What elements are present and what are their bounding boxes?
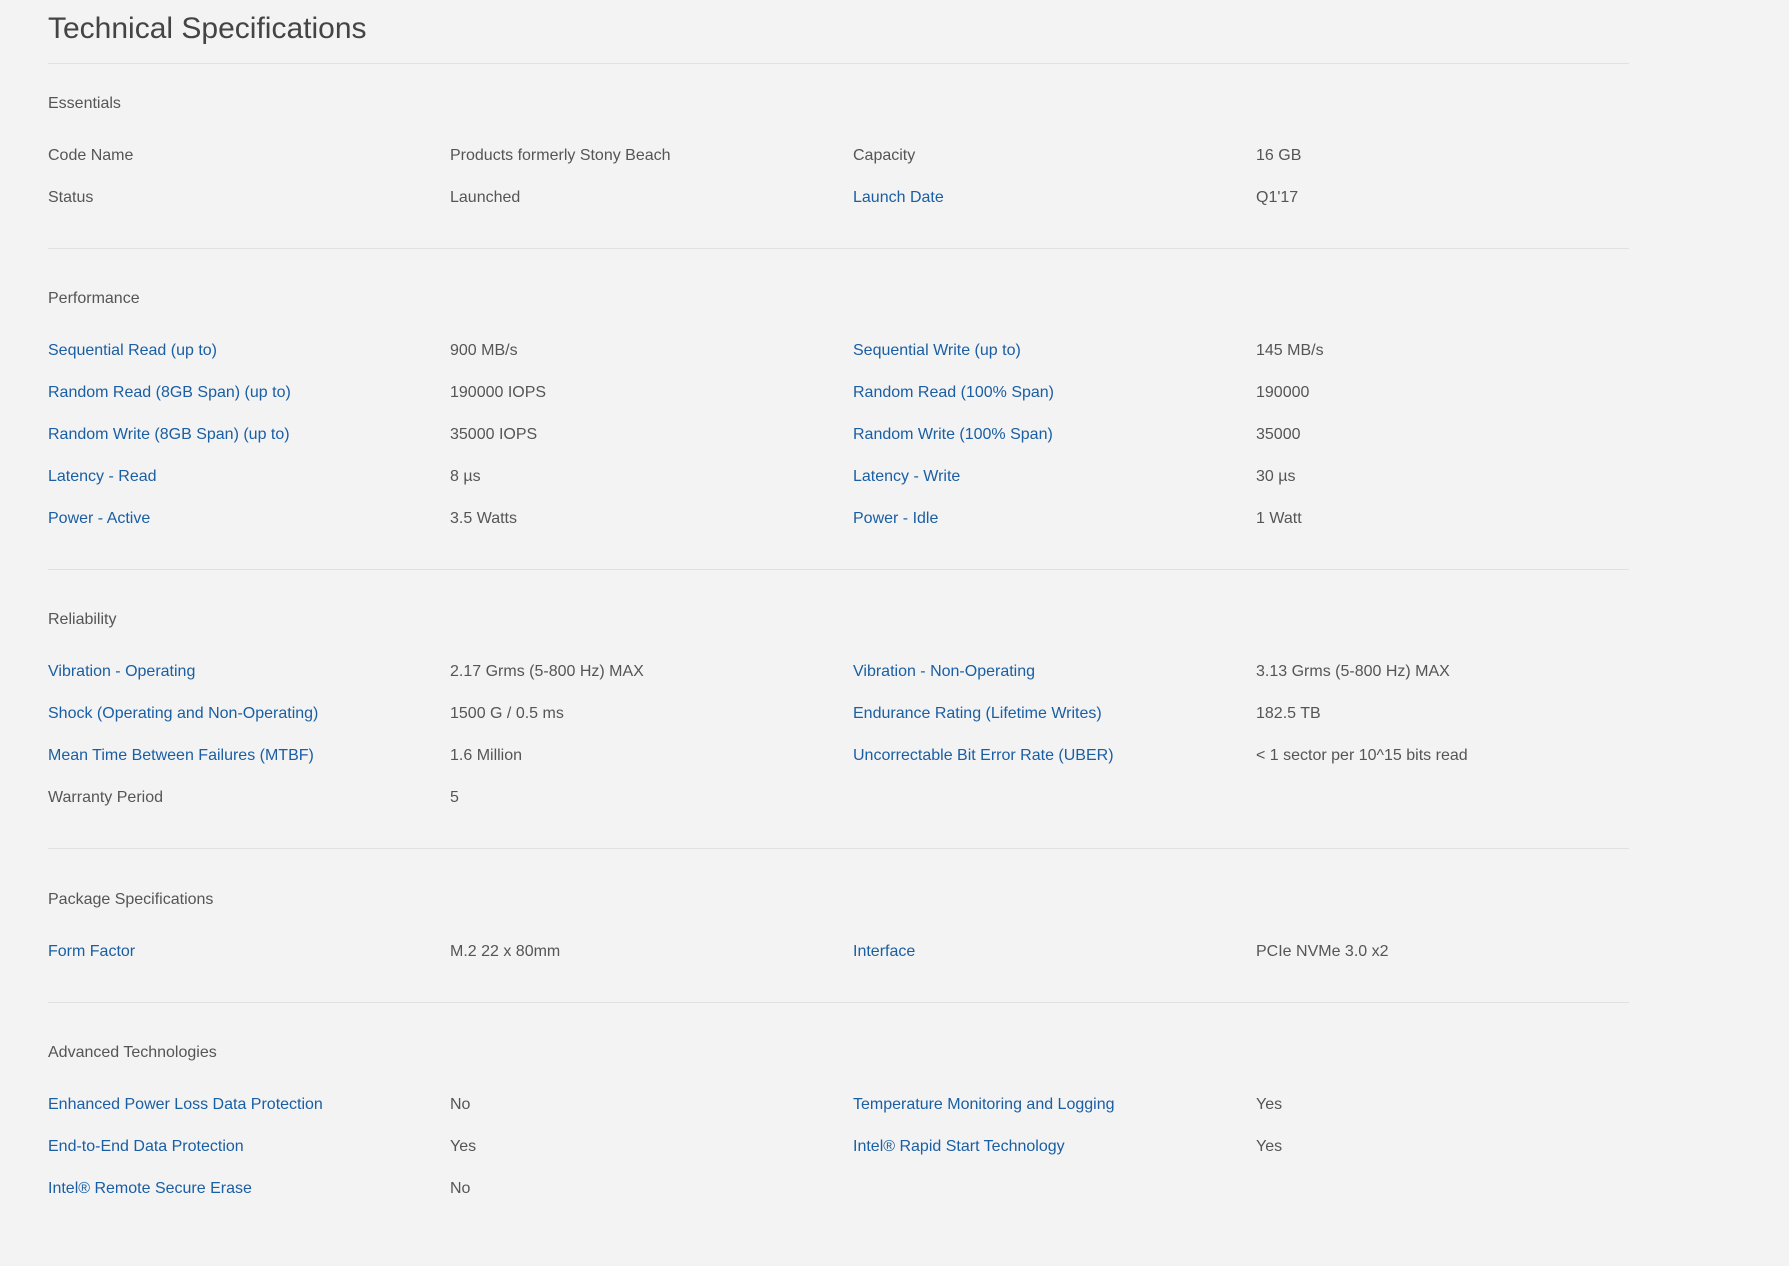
spec-value-capacity: 16 GB	[1256, 147, 1302, 164]
spec-row: Enhanced Power Loss Data Protection No Tem…	[48, 1093, 1629, 1117]
spec-row: Mean Time Between Failures (MTBF) 1.6 Mil…	[48, 744, 1629, 768]
spec-label-status: Status	[48, 189, 94, 206]
spec-value-launch-date: Q1'17	[1256, 189, 1299, 206]
spec-label-interface[interactable]: Interface	[853, 940, 915, 964]
spec-row: Random Read (8GB Span) (up to) 190000 IOP…	[48, 381, 1629, 405]
spec-value-intel-remote-secure-erase: No	[450, 1180, 471, 1197]
spec-row: Warranty Period 5	[48, 786, 1629, 810]
spec-label-form-factor[interactable]: Form Factor	[48, 940, 135, 964]
spec-value-power-idle: 1 Watt	[1256, 510, 1302, 527]
spec-row: Form Factor M.2 22 x 80mm Interface PCIe NV…	[48, 940, 1629, 964]
spec-value-warranty-period: 5	[450, 789, 459, 806]
spec-value-enhanced-power-loss-data-protection: No	[450, 1096, 471, 1113]
section-divider	[48, 1002, 1629, 1003]
spec-value-latency-read: 8 µs	[450, 468, 481, 485]
section-divider	[48, 848, 1629, 849]
section-divider	[48, 248, 1629, 249]
spec-label-intel-rapid-start-technology[interactable]: Intel® Rapid Start Technology	[853, 1135, 1065, 1159]
spec-value-vibration-operating: 2.17 Grms (5-800 Hz) MAX	[450, 663, 644, 680]
spec-value-endurance-rating-lifetime-writes: 182.5 TB	[1256, 705, 1321, 722]
spec-value-code-name: Products formerly Stony Beach	[450, 147, 671, 164]
section-title: Package Specifications	[48, 891, 214, 908]
spec-value-sequential-read-up-to: 900 MB/s	[450, 342, 518, 359]
spec-row: Status Launched Launch Date Q1'17	[48, 186, 1629, 210]
spec-row: Latency - Read 8 µs Latency - Write 30 µs	[48, 465, 1629, 489]
spec-label-vibration-operating[interactable]: Vibration - Operating	[48, 660, 195, 684]
spec-label-vibration-non-operating[interactable]: Vibration - Non-Operating	[853, 660, 1035, 684]
spec-label-power-idle[interactable]: Power - Idle	[853, 507, 938, 531]
spec-label-intel-remote-secure-erase[interactable]: Intel® Remote Secure Erase	[48, 1177, 252, 1201]
spec-label-power-active[interactable]: Power - Active	[48, 507, 150, 531]
spec-value-status: Launched	[450, 189, 521, 206]
spec-value-random-write-100-span: 35000	[1256, 426, 1301, 443]
spec-label-random-write-8gb-span-up-to[interactable]: Random Write (8GB Span) (up to)	[48, 423, 290, 447]
spec-row: Code Name Products formerly Stony Beach Ca…	[48, 144, 1629, 168]
spec-label-capacity: Capacity	[853, 147, 916, 164]
spec-row: End-to-End Data Protection Yes Intel® Rapi…	[48, 1135, 1629, 1159]
spec-value-sequential-write-up-to: 145 MB/s	[1256, 342, 1324, 359]
spec-row: Random Write (8GB Span) (up to) 35000 IOP…	[48, 423, 1629, 447]
spec-label-launch-date[interactable]: Launch Date	[853, 186, 944, 210]
spec-value-latency-write: 30 µs	[1256, 468, 1296, 485]
spec-label-enhanced-power-loss-data-protection[interactable]: Enhanced Power Loss Data Protection	[48, 1093, 323, 1117]
spec-value-temperature-monitoring-and-logging: Yes	[1256, 1096, 1283, 1113]
spec-value-random-write-8gb-span-up-to: 35000 IOPS	[450, 426, 538, 443]
spec-row: Power - Active 3.5 Watts Power - Idle 1 Wat…	[48, 507, 1629, 531]
spec-value-uncorrectable-bit-error-rate-uber: < 1 sector per 10^15 bits read	[1256, 747, 1468, 764]
spec-page: Technical Specifications Essentials Code …	[0, 0, 1789, 1266]
page-title: Technical Specifications	[48, 12, 367, 45]
section-title: Reliability	[48, 611, 117, 628]
spec-row: Shock (Operating and Non-Operating) 1500 …	[48, 702, 1629, 726]
title-divider	[48, 63, 1629, 64]
spec-value-power-active: 3.5 Watts	[450, 510, 517, 527]
spec-label-latency-write[interactable]: Latency - Write	[853, 465, 960, 489]
spec-label-end-to-end-data-protection[interactable]: End-to-End Data Protection	[48, 1135, 244, 1159]
spec-value-mean-time-between-failures-mtbf: 1.6 Million	[450, 747, 523, 764]
section-divider	[48, 569, 1629, 570]
spec-label-mean-time-between-failures-mtbf[interactable]: Mean Time Between Failures (MTBF)	[48, 744, 314, 768]
spec-value-shock-operating-and-non-operating: 1500 G / 0.5 ms	[450, 705, 564, 722]
spec-label-sequential-read-up-to[interactable]: Sequential Read (up to)	[48, 339, 217, 363]
spec-label-endurance-rating-lifetime-writes[interactable]: Endurance Rating (Lifetime Writes)	[853, 702, 1102, 726]
spec-value-random-read-8gb-span-up-to: 190000 IOPS	[450, 384, 547, 401]
spec-label-sequential-write-up-to[interactable]: Sequential Write (up to)	[853, 339, 1021, 363]
spec-label-random-read-8gb-span-up-to[interactable]: Random Read (8GB Span) (up to)	[48, 381, 291, 405]
spec-label-code-name: Code Name	[48, 147, 134, 164]
spec-label-shock-operating-and-non-operating[interactable]: Shock (Operating and Non-Operating)	[48, 702, 318, 726]
spec-label-random-read-100-span[interactable]: Random Read (100% Span)	[853, 381, 1054, 405]
spec-row: Intel® Remote Secure Erase No	[48, 1177, 1629, 1201]
spec-label-warranty-period: Warranty Period	[48, 789, 163, 806]
spec-value-intel-rapid-start-technology: Yes	[1256, 1138, 1283, 1155]
spec-label-uncorrectable-bit-error-rate-uber[interactable]: Uncorrectable Bit Error Rate (UBER)	[853, 744, 1114, 768]
spec-value-form-factor: M.2 22 x 80mm	[450, 943, 561, 960]
spec-label-latency-read[interactable]: Latency - Read	[48, 465, 157, 489]
spec-value-interface: PCIe NVMe 3.0 x2	[1256, 943, 1389, 960]
spec-label-random-write-100-span[interactable]: Random Write (100% Span)	[853, 423, 1053, 447]
section-title: Advanced Technologies	[48, 1044, 217, 1061]
spec-value-vibration-non-operating: 3.13 Grms (5-800 Hz) MAX	[1256, 663, 1450, 680]
section-title: Essentials	[48, 95, 121, 112]
spec-label-temperature-monitoring-and-logging[interactable]: Temperature Monitoring and Logging	[853, 1093, 1115, 1117]
spec-row: Sequential Read (up to) 900 MB/s Sequentia…	[48, 339, 1629, 363]
spec-row: Vibration - Operating 2.17 Grms (5-800 Hz…	[48, 660, 1629, 684]
spec-value-end-to-end-data-protection: Yes	[450, 1138, 477, 1155]
section-title: Performance	[48, 290, 140, 307]
spec-value-random-read-100-span: 190000	[1256, 384, 1310, 401]
